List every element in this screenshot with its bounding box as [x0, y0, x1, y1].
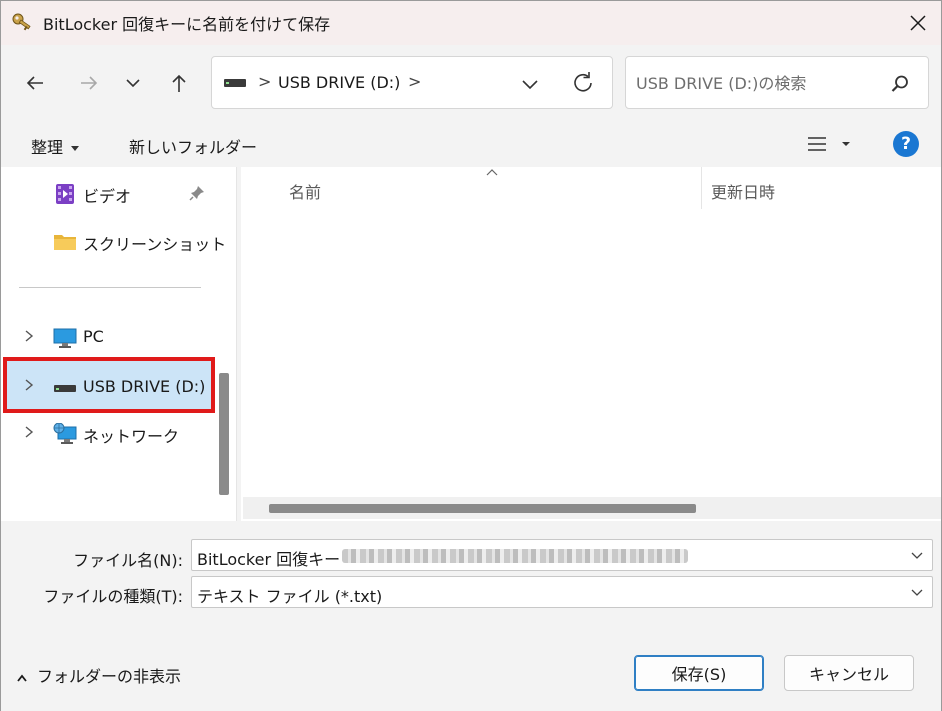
organize-label: 整理	[31, 138, 64, 157]
chevron-down-icon[interactable]	[518, 72, 542, 96]
folder-icon	[54, 235, 76, 250]
search-input[interactable]	[636, 71, 876, 95]
network-icon	[53, 423, 77, 444]
nav-item-usb-drive[interactable]: USB DRIVE (D:)	[3, 357, 215, 413]
arrow-right-icon	[81, 76, 98, 90]
title-bar: BitLocker 回復キーに名前を付けて保存	[1, 1, 941, 45]
file-list: 名前 更新日時	[241, 167, 941, 521]
address-bar[interactable]: > USB DRIVE (D:) >	[211, 56, 613, 109]
navigation-pane: ビデオ スクリーンショット PC USB DRIVE (D:) ネットワーク	[1, 167, 237, 521]
back-button[interactable]	[17, 65, 53, 101]
drive-icon	[54, 385, 76, 392]
nav-item-videos[interactable]: ビデオ	[5, 171, 213, 215]
breadcrumb-drive[interactable]: USB DRIVE (D:)	[278, 73, 400, 92]
video-folder-icon	[56, 184, 74, 204]
view-options-button[interactable]	[805, 131, 861, 157]
nav-item-label: PC	[83, 327, 104, 346]
help-icon[interactable]: ?	[893, 131, 919, 157]
arrow-up-icon	[172, 74, 186, 92]
nav-item-pc[interactable]: PC	[5, 315, 213, 359]
column-divider[interactable]	[701, 167, 702, 209]
up-button[interactable]	[161, 65, 197, 101]
nav-item-label: スクリーンショット	[83, 235, 227, 254]
breadcrumb-separator[interactable]: >	[258, 72, 271, 91]
chevron-up-icon	[17, 674, 27, 682]
breadcrumb-separator[interactable]: >	[408, 72, 421, 91]
chevron-down-icon[interactable]	[910, 548, 924, 562]
close-button[interactable]	[895, 1, 941, 45]
nav-item-screenshots[interactable]: スクリーンショット	[5, 219, 226, 263]
chevron-down-icon[interactable]	[910, 585, 924, 599]
search-box[interactable]	[625, 56, 929, 109]
recent-locations-button[interactable]	[115, 65, 151, 101]
hide-folders-label: フォルダーの非表示	[37, 667, 182, 686]
filename-label: ファイル名(N):	[73, 551, 183, 570]
chevron-right-icon[interactable]	[21, 326, 37, 346]
nav-item-label: ネットワーク	[83, 427, 180, 446]
hide-folders-toggle[interactable]: フォルダーの非表示	[17, 663, 181, 687]
key-icon	[12, 13, 31, 31]
caret-down-icon	[71, 146, 80, 151]
organize-menu[interactable]: 整理	[31, 134, 80, 158]
column-header-modified[interactable]: 更新日時	[711, 179, 775, 203]
refresh-icon[interactable]	[570, 70, 596, 96]
nav-divider	[19, 287, 201, 288]
drive-icon	[224, 79, 246, 87]
arrow-left-icon	[26, 76, 43, 90]
chevron-right-icon[interactable]	[21, 422, 37, 442]
list-view-icon	[808, 137, 850, 151]
save-form: ファイル名(N): BitLocker 回復キー ファイルの種類(T): テキス…	[1, 521, 941, 711]
sort-ascending-icon	[486, 169, 498, 176]
navigation-bar: > USB DRIVE (D:) >	[1, 45, 941, 121]
pin-icon[interactable]	[189, 185, 205, 201]
nav-pane-scrollbar[interactable]	[219, 373, 229, 495]
command-bar: 整理 新しいフォルダー ?	[1, 121, 941, 167]
monitor-icon	[53, 328, 77, 348]
chevron-down-icon	[126, 79, 140, 88]
new-folder-button[interactable]: 新しいフォルダー	[129, 134, 257, 158]
filename-combobox[interactable]: BitLocker 回復キー	[191, 539, 933, 571]
column-header-name[interactable]: 名前	[289, 179, 321, 203]
save-dialog: BitLocker 回復キーに名前を付けて保存 > USB DRIVE (D:)…	[0, 0, 942, 711]
filename-field[interactable]: BitLocker 回復キー	[197, 546, 340, 570]
nav-item-label: ビデオ	[83, 187, 132, 206]
nav-item-label: USB DRIVE (D:)	[83, 377, 206, 396]
window-title: BitLocker 回復キーに名前を付けて保存	[43, 15, 331, 34]
nav-item-network[interactable]: ネットワーク	[5, 411, 213, 455]
filetype-label: ファイルの種類(T):	[43, 587, 183, 606]
close-icon	[910, 15, 926, 31]
search-icon[interactable]	[890, 74, 910, 94]
redacted-recovery-key-id	[342, 549, 688, 563]
cancel-button[interactable]: キャンセル	[784, 655, 914, 691]
filetype-select[interactable]: テキスト ファイル (*.txt)	[191, 576, 933, 608]
horizontal-scrollbar-thumb[interactable]	[269, 504, 696, 513]
chevron-right-icon[interactable]	[21, 375, 37, 395]
save-button[interactable]: 保存(S)	[634, 655, 764, 691]
filetype-value: テキスト ファイル (*.txt)	[197, 587, 383, 606]
forward-button[interactable]	[71, 65, 107, 101]
